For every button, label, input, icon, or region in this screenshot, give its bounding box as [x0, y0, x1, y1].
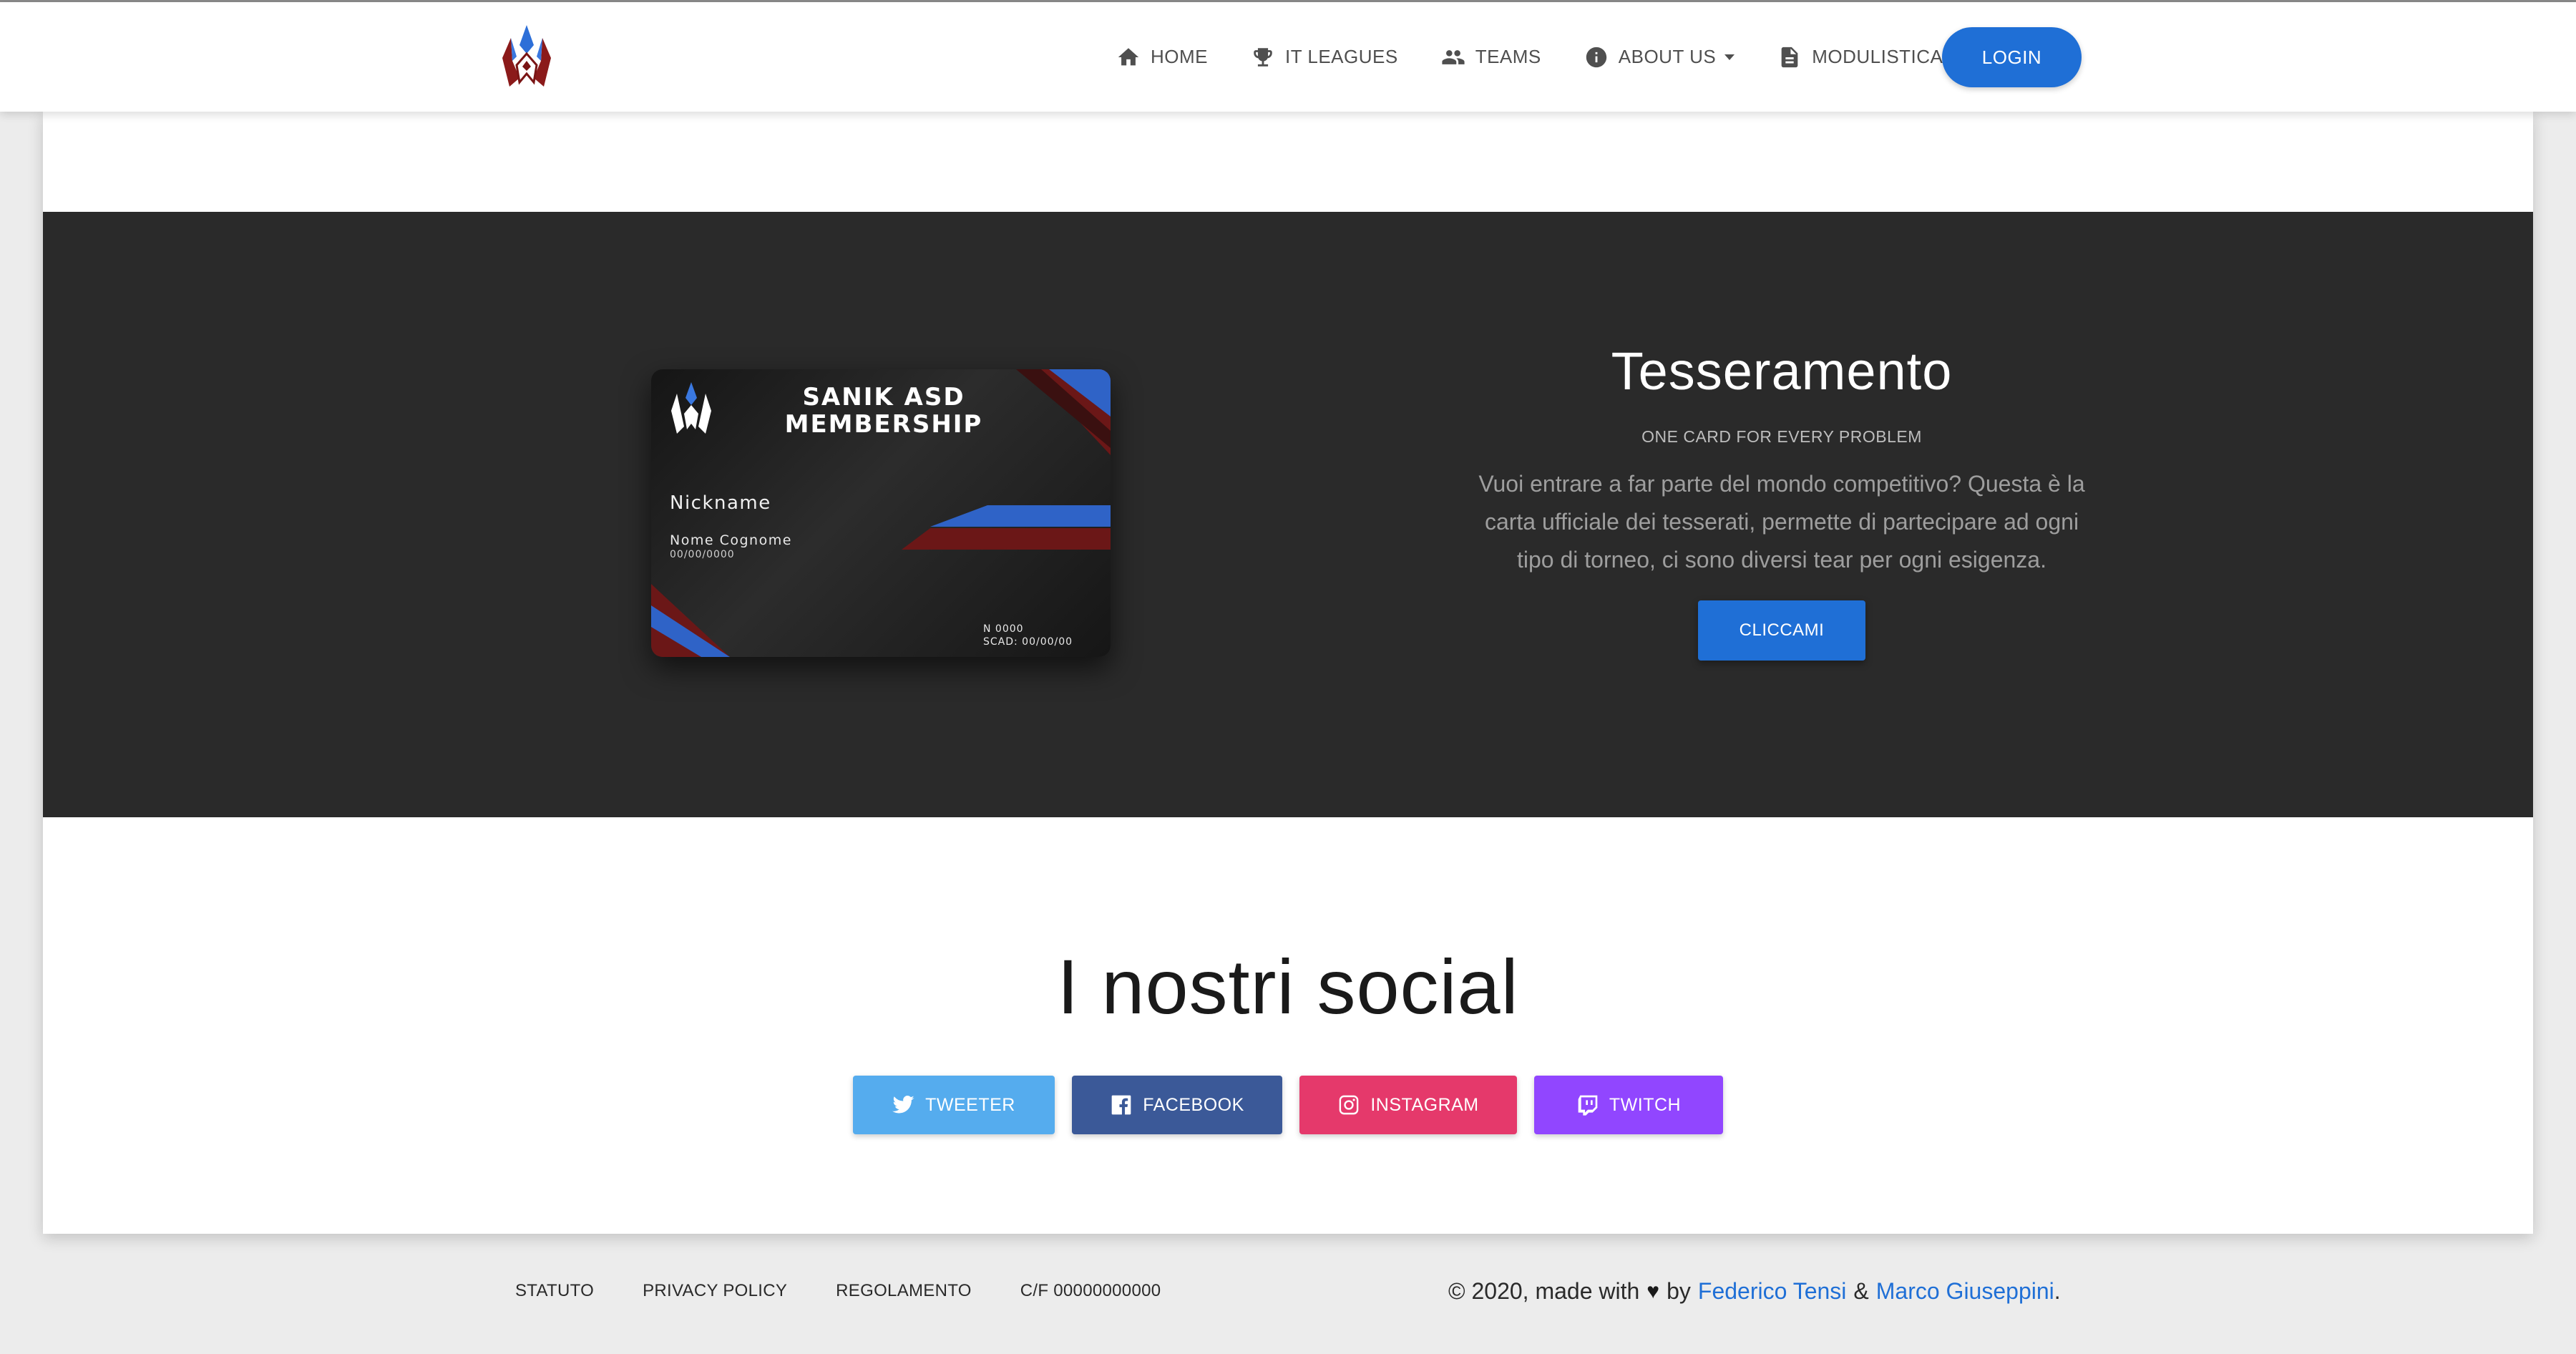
main-nav: HOME IT LEAGUES TEAMS ABOUT US MODULISTI… [1116, 2, 2004, 112]
nav-item-label: TEAMS [1475, 46, 1541, 67]
section-subtitle: ONE CARD FOR EVERY PROBLEM [1641, 427, 1922, 446]
author-link-federico[interactable]: Federico Tensi [1698, 1278, 1847, 1305]
nav-item-home[interactable]: HOME [1116, 45, 1208, 69]
twitter-icon [892, 1095, 914, 1114]
nav-item-label: HOME [1151, 46, 1208, 67]
footer-link-privacy-policy[interactable]: PRIVACY POLICY [643, 1281, 787, 1301]
twitch-icon [1578, 1095, 1598, 1116]
footer-links: STATUTO PRIVACY POLICY REGOLAMENTO C/F 0… [515, 1281, 1209, 1301]
facebook-button[interactable]: FACEBOOK [1072, 1076, 1282, 1134]
twitch-button[interactable]: TWITCH [1534, 1076, 1723, 1134]
nav-item-about-us[interactable]: ABOUT US [1584, 45, 1735, 69]
home-icon [1118, 47, 1139, 65]
credit-prefix: © 2020, made with [1448, 1278, 1640, 1304]
nav-item-it-leagues[interactable]: IT LEAGUES [1251, 45, 1398, 69]
cliccami-button[interactable]: CLICCAMI [1698, 600, 1865, 661]
card-logo-icon [671, 382, 711, 434]
document-icon [1781, 47, 1798, 67]
card-title-line: MEMBERSHIP [784, 410, 983, 439]
credit-by: by [1667, 1278, 1691, 1304]
section-title: Tesseramento [1611, 341, 1953, 401]
card-nickname: Nickname [670, 492, 771, 514]
tesseramento-section: SANIK ASD MEMBERSHIP Nickname Nome Cogno… [43, 212, 2533, 817]
card-title-line: SANIK ASD [802, 383, 965, 411]
main-content: SANIK ASD MEMBERSHIP Nickname Nome Cogno… [43, 112, 2533, 1234]
site-logo-icon[interactable] [495, 21, 558, 92]
trophy-icon [1254, 47, 1272, 67]
nav-item-teams[interactable]: TEAMS [1441, 45, 1541, 69]
twitter-button[interactable]: TWEETER [853, 1076, 1055, 1134]
instagram-icon [1340, 1095, 1359, 1115]
info-icon [1586, 47, 1606, 67]
nav-item-label: MODULISTICA [1812, 46, 1943, 67]
social-button-label: FACEBOOK [1143, 1094, 1244, 1115]
nav-item-label: ABOUT US [1618, 46, 1717, 67]
card-title: SANIK ASD MEMBERSHIP [744, 384, 1023, 438]
social-button-label: TWITCH [1609, 1094, 1682, 1115]
footer-vat-number: C/F 00000000000 [1020, 1281, 1161, 1300]
author-link-marco[interactable]: Marco Giuseppini [1876, 1278, 2054, 1305]
card-number: N 0000 SCAD: 00/00/00 [983, 623, 1073, 648]
social-button-label: INSTAGRAM [1370, 1094, 1479, 1115]
social-buttons: TWEETER FACEBOOK INSTAGRAM TWITCH [43, 1076, 2533, 1134]
card-name: Nome Cognome [670, 532, 792, 548]
heart-icon: ♥ [1646, 1279, 1660, 1303]
social-button-label: TWEETER [925, 1094, 1015, 1115]
credit-and: & [1853, 1278, 1869, 1304]
footer-link-statuto[interactable]: STATUTO [515, 1281, 594, 1301]
instagram-button[interactable]: INSTAGRAM [1299, 1076, 1517, 1134]
membership-card-image: SANIK ASD MEMBERSHIP Nickname Nome Cogno… [651, 369, 1111, 657]
chevron-down-icon [1724, 54, 1735, 60]
footer-link-regolamento[interactable]: REGOLAMENTO [836, 1281, 972, 1301]
credit-period: . [2054, 1278, 2061, 1304]
footer-credit: © 2020, made with ♥ by Federico Tensi & … [1448, 1278, 2061, 1305]
tesseramento-info: Tesseramento ONE CARD FOR EVERY PROBLEM … [1424, 341, 2140, 661]
login-button[interactable]: LOGIN [1942, 27, 2082, 87]
social-title: I nostri social [1057, 943, 1519, 1030]
nav-item-modulistica[interactable]: MODULISTICA [1777, 45, 1962, 69]
people-icon [1442, 49, 1465, 64]
section-description: Vuoi entrare a far parte del mondo compe… [1478, 471, 2085, 573]
nav-item-label: IT LEAGUES [1285, 46, 1398, 67]
card-number-value: N 0000 [983, 623, 1024, 635]
card-date: 00/00/0000 [670, 549, 735, 560]
navbar: HOME IT LEAGUES TEAMS ABOUT US MODULISTI… [0, 2, 2576, 112]
card-expiry: SCAD: 00/00/00 [983, 636, 1073, 648]
facebook-icon [1111, 1095, 1131, 1115]
